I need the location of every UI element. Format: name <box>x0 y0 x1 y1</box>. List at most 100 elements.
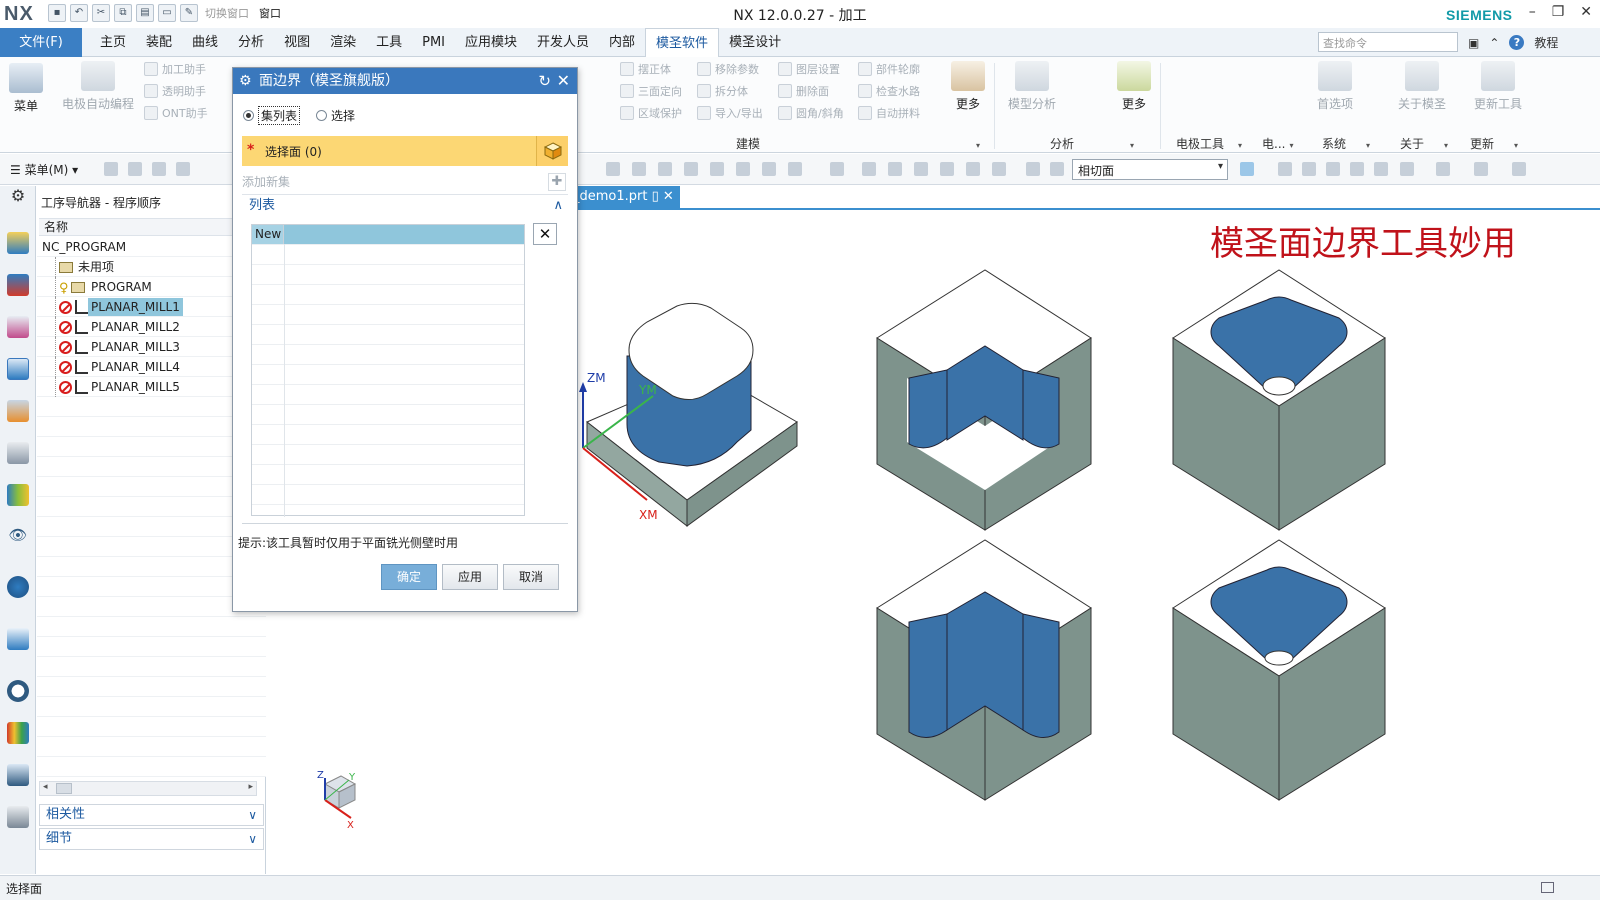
update-tool-button[interactable]: 更新工具 <box>1468 61 1528 112</box>
select-face-row[interactable]: * 选择面 (0) <box>242 136 568 166</box>
view-cube-icon[interactable] <box>1474 162 1488 176</box>
arrow-right-icon[interactable] <box>1240 162 1254 176</box>
hd3d-tools-icon[interactable] <box>7 442 29 464</box>
tool-icon[interactable] <box>7 806 29 828</box>
tab-curve[interactable]: 曲线 <box>182 28 228 57</box>
point-select-icon[interactable] <box>788 162 802 176</box>
filter-icon[interactable] <box>606 162 620 176</box>
document-icon[interactable] <box>7 628 29 650</box>
snap-icon[interactable] <box>152 162 166 176</box>
close-icon[interactable]: ✕ <box>557 68 570 94</box>
transparent-assistant-button[interactable]: 透明助手 <box>144 83 206 99</box>
split-body-button[interactable]: 拆分体 <box>697 83 748 99</box>
settings-gear-icon[interactable]: ⚙ <box>7 186 29 208</box>
delete-set-button[interactable]: ✕ <box>533 223 557 245</box>
machine-navigator-icon[interactable] <box>7 232 29 254</box>
tab-internal[interactable]: 内部 <box>599 28 645 57</box>
no-select-icon[interactable] <box>658 162 672 176</box>
menu-ribbon-button[interactable]: 菜单 <box>8 63 44 114</box>
scroll-thumb[interactable] <box>56 783 72 794</box>
reuse-library-icon[interactable] <box>7 400 29 422</box>
import-export-button[interactable]: 导入/导出 <box>697 105 763 121</box>
more-analysis-button[interactable]: 更多 <box>1116 61 1152 112</box>
tab-application[interactable]: 应用模块 <box>455 28 527 57</box>
close-window-icon[interactable]: ✕ <box>1580 4 1592 20</box>
web-browser-icon[interactable] <box>7 484 29 506</box>
preferences-button[interactable]: 首选项 <box>1310 61 1360 112</box>
dependency-panel-header[interactable]: 相关性 ∨ <box>39 804 264 826</box>
rotate-icon[interactable] <box>1326 162 1340 176</box>
history-eye-icon[interactable]: 👁 <box>7 526 29 548</box>
orient-view-icon[interactable] <box>1400 162 1414 176</box>
snap-point-icon[interactable] <box>914 162 928 176</box>
face-select-button[interactable] <box>536 136 568 166</box>
group-electrode-tools[interactable]: 电极工具 ▾ <box>1176 135 1242 152</box>
section-icon[interactable] <box>1512 162 1526 176</box>
three-face-orient-button[interactable]: 三面定向 <box>620 83 682 99</box>
curve-select-icon[interactable] <box>762 162 776 176</box>
face-rule-select[interactable]: 相切面 ▾ <box>1072 159 1228 180</box>
tab-developer[interactable]: 开发人员 <box>527 28 599 57</box>
table-row[interactable]: New <box>252 225 524 244</box>
snap-point-icon[interactable] <box>940 162 954 176</box>
group-about[interactable]: 关于 ▾ <box>1400 135 1448 152</box>
group-update[interactable]: 更新 ▾ <box>1470 135 1518 152</box>
tab-assembly[interactable]: 装配 <box>136 28 182 57</box>
view-cube-icon[interactable] <box>1050 162 1064 176</box>
cancel-button[interactable]: 取消 <box>503 564 559 590</box>
filter-icon[interactable] <box>632 162 646 176</box>
tutorial-link[interactable]: 教程 <box>1534 34 1558 51</box>
part-file-tab[interactable]: _demo1.prt ▯ ✕ <box>567 186 680 208</box>
ok-button[interactable]: 确定 <box>381 564 437 590</box>
snap-icon[interactable] <box>128 162 142 176</box>
help-icon[interactable]: ? <box>1509 35 1525 50</box>
apply-button[interactable]: 应用 <box>442 564 498 590</box>
tab-mosheng-design[interactable]: 模圣设计 <box>719 28 791 57</box>
delete-face-button[interactable]: 删除面 <box>778 83 829 99</box>
snap-point-icon[interactable] <box>862 162 876 176</box>
view-cube-icon[interactable] <box>1026 162 1040 176</box>
auto-stock-button[interactable]: 自动拼料 <box>858 105 920 121</box>
ont-assistant-button[interactable]: ONT助手 <box>144 105 208 121</box>
restore-icon[interactable]: ❐ <box>1552 4 1565 20</box>
remove-params-button[interactable]: 移除参数 <box>697 61 759 77</box>
dialog-title-bar[interactable]: ⚙ 面边界（模圣旗舰版） ↻ ✕ <box>233 68 577 94</box>
machining-assistant-button[interactable]: 加工助手 <box>144 61 206 77</box>
constraint-navigator-icon[interactable] <box>7 274 29 296</box>
pocket-model-1[interactable] <box>1172 269 1386 531</box>
operation-navigator-icon[interactable] <box>7 358 29 380</box>
box-select-icon[interactable] <box>992 162 1006 176</box>
fillet-chamfer-button[interactable]: 圆角/斜角 <box>778 105 844 121</box>
color-palette-icon[interactable] <box>7 722 29 744</box>
radio-select[interactable]: 选择 <box>316 107 355 124</box>
shading-icon[interactable] <box>1436 162 1450 176</box>
face-select-icon[interactable] <box>710 162 724 176</box>
command-search-input[interactable]: 查找命令 <box>1318 32 1458 52</box>
scroll-left-icon[interactable]: ◂ <box>43 782 48 792</box>
pan-icon[interactable] <box>1350 162 1364 176</box>
tab-pmi[interactable]: PMI <box>412 28 455 57</box>
minimize-icon[interactable]: – <box>1529 4 1536 20</box>
list-section-header[interactable]: 列表 ∧ <box>242 194 568 216</box>
snap-point-icon[interactable] <box>888 162 902 176</box>
group-electric[interactable]: 电... ▾ <box>1262 135 1293 152</box>
status-window-icon[interactable] <box>1541 882 1554 893</box>
check-waterline-button[interactable]: 检查水路 <box>858 83 920 99</box>
l-wall-model-1[interactable] <box>876 269 1092 531</box>
file-menu-tab[interactable]: 文件(F) <box>0 28 82 57</box>
edge-select-icon[interactable] <box>736 162 750 176</box>
set-list-table[interactable]: New <box>251 224 525 517</box>
group-modeling[interactable]: 建模 ▾ <box>736 135 980 152</box>
electrode-auto-program-button[interactable]: 电极自动编程 <box>58 61 138 112</box>
fit-view-icon[interactable] <box>1278 162 1292 176</box>
snap-point-icon[interactable] <box>830 162 844 176</box>
tab-mosheng-software[interactable]: 模圣软件 <box>645 28 720 57</box>
add-set-plus-icon[interactable]: ✚ <box>548 173 566 191</box>
zoom-icon[interactable] <box>1302 162 1316 176</box>
radio-set-list[interactable]: 集列表 <box>243 106 301 125</box>
tab-view[interactable]: 视图 <box>274 28 320 57</box>
model-analysis-button[interactable]: 模型分析 <box>1006 61 1058 112</box>
collapse-ribbon-icon[interactable]: ⌃ <box>1489 36 1499 50</box>
about-mosheng-button[interactable]: 关于模圣 <box>1394 61 1450 112</box>
render-style-icon[interactable] <box>1374 162 1388 176</box>
